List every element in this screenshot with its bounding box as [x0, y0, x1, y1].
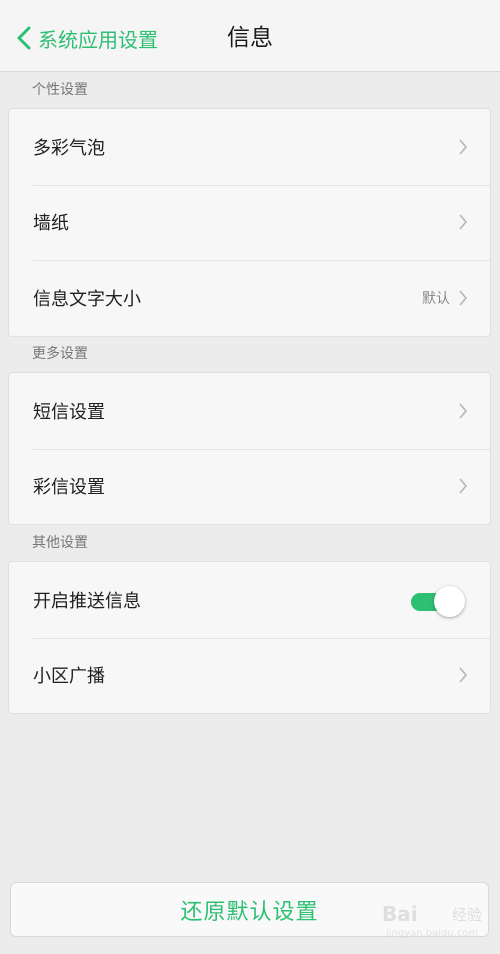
page-title: 信息 — [227, 25, 273, 51]
settings-group-personal: 多彩气泡 墙纸 信息文字大小 默认 — [8, 108, 491, 337]
restore-defaults-label: 还原默认设置 — [180, 899, 319, 925]
row-mms-settings[interactable]: 彩信设置 — [9, 448, 490, 525]
row-label: 墙纸 — [33, 213, 69, 235]
chevron-right-icon — [459, 667, 468, 683]
restore-defaults-button[interactable]: 还原默认设置 — [10, 882, 489, 937]
row-message-font-size[interactable]: 信息文字大小 默认 — [9, 260, 490, 336]
row-push-notifications: 开启推送信息 — [9, 562, 490, 638]
push-notifications-toggle[interactable] — [411, 586, 465, 617]
row-sms-settings[interactable]: 短信设置 — [9, 373, 490, 449]
chevron-right-icon — [459, 290, 468, 306]
chevron-right-icon — [459, 214, 468, 230]
row-value: 默认 — [422, 290, 450, 307]
toggle-knob — [434, 586, 465, 617]
row-label: 彩信设置 — [33, 477, 105, 499]
section-label-more: 更多设置 — [32, 346, 88, 362]
header-bar: 系统应用设置 信息 — [0, 0, 500, 72]
row-colorful-bubbles[interactable]: 多彩气泡 — [9, 109, 490, 185]
settings-group-more: 短信设置 彩信设置 — [8, 372, 491, 525]
row-label: 小区广播 — [33, 666, 105, 688]
chevron-right-icon — [459, 478, 468, 494]
row-label: 多彩气泡 — [33, 137, 105, 159]
chevron-right-icon — [459, 139, 468, 155]
row-wallpaper[interactable]: 墙纸 — [9, 184, 490, 261]
chevron-right-icon — [459, 403, 468, 419]
row-label: 短信设置 — [33, 401, 105, 423]
section-label-other: 其他设置 — [32, 535, 88, 551]
row-cell-broadcast[interactable]: 小区广播 — [9, 637, 490, 714]
settings-group-other: 开启推送信息 小区广播 — [8, 561, 491, 714]
section-label-personal: 个性设置 — [32, 82, 88, 98]
row-label: 开启推送信息 — [33, 590, 141, 612]
messages-settings-screen: 系统应用设置 信息 个性设置 多彩气泡 墙纸 信息文字大小 默认 更多设置 短信… — [0, 0, 500, 954]
row-label: 信息文字大小 — [33, 288, 141, 310]
